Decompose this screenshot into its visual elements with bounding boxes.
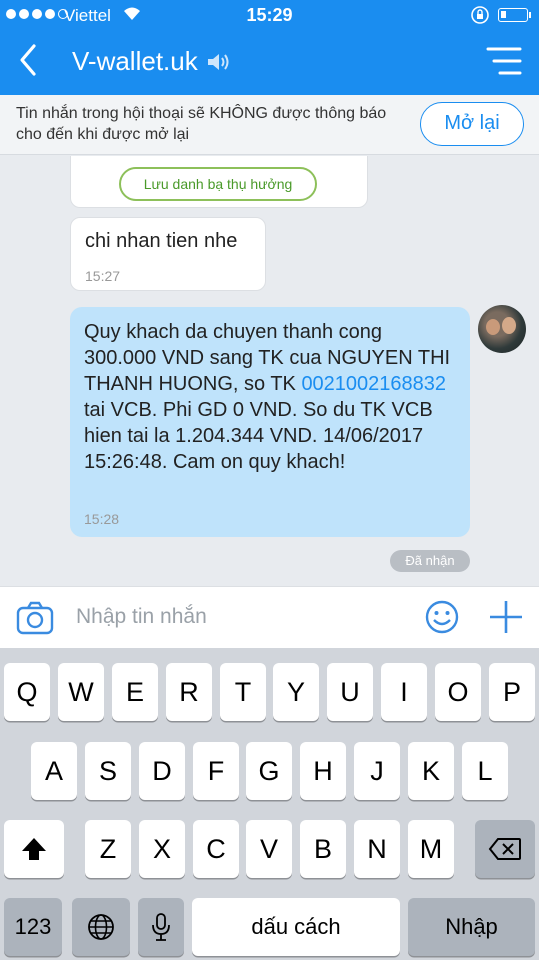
muted-speaker-icon — [206, 52, 232, 77]
chevron-left-icon — [20, 44, 36, 76]
key[interactable]: B — [300, 820, 346, 878]
top-bar: Viettel 15:29 V-wallet.uk — [0, 0, 539, 95]
chat-area[interactable]: Lưu danh bạ thụ hưởng chi nhan tien nhe … — [0, 156, 539, 586]
message-text: Quy khach da chuyen thanh cong 300.000 V… — [84, 321, 451, 473]
key[interactable]: Z — [85, 820, 131, 878]
dictation-key[interactable] — [138, 898, 184, 956]
key[interactable]: D — [139, 742, 185, 800]
key[interactable]: V — [246, 820, 292, 878]
key[interactable]: J — [354, 742, 400, 800]
numbers-key[interactable]: 123 — [4, 898, 62, 956]
shift-icon — [22, 838, 46, 860]
status-time: 15:29 — [246, 5, 293, 25]
key[interactable]: E — [112, 663, 158, 721]
menu-icon — [486, 47, 522, 75]
key[interactable]: F — [193, 742, 239, 800]
camera-button[interactable] — [16, 600, 54, 636]
key[interactable]: L — [462, 742, 508, 800]
space-key[interactable]: dấu cách — [192, 898, 400, 956]
microphone-icon — [152, 913, 170, 941]
emoji-button[interactable] — [424, 599, 460, 635]
beneficiary-card: Lưu danh bạ thụ hưởng — [70, 156, 368, 208]
key[interactable]: R — [166, 663, 212, 721]
key[interactable]: G — [246, 742, 292, 800]
smiley-icon — [425, 600, 459, 634]
key[interactable]: M — [408, 820, 454, 878]
camera-icon — [16, 601, 54, 635]
message-input-bar: Nhập tin nhắn — [0, 586, 539, 648]
key[interactable]: T — [220, 663, 266, 721]
battery-icon — [498, 8, 531, 22]
message-time: 15:28 — [84, 511, 120, 527]
backspace-icon — [488, 838, 521, 860]
save-beneficiary-button[interactable]: Lưu danh bạ thụ hưởng — [119, 167, 317, 201]
backspace-key[interactable] — [475, 820, 535, 878]
key[interactable]: C — [193, 820, 239, 878]
outgoing-message[interactable]: Quy khach da chuyen thanh cong 300.000 V… — [70, 307, 470, 537]
incoming-message[interactable]: chi nhan tien nhe 15:27 — [70, 217, 266, 291]
message-text: chi nhan tien nhe — [85, 230, 238, 252]
key[interactable]: Y — [273, 663, 319, 721]
conversation-title: V-wallet.uk — [72, 46, 198, 76]
key[interactable]: O — [435, 663, 481, 721]
globe-icon — [88, 914, 114, 940]
rotation-lock-icon — [470, 5, 490, 30]
message-time: 15:27 — [85, 268, 121, 284]
key[interactable]: Q — [4, 663, 50, 721]
plus-icon — [490, 601, 522, 633]
keyboard: Q W E R T Y U I O P A S D F G H J K L Z … — [0, 648, 539, 960]
shift-key[interactable] — [4, 820, 64, 878]
return-key[interactable]: Nhập — [408, 898, 535, 956]
key[interactable]: I — [381, 663, 427, 721]
key[interactable]: W — [58, 663, 104, 721]
key[interactable]: U — [327, 663, 373, 721]
menu-button[interactable] — [486, 46, 522, 76]
key[interactable]: A — [31, 742, 77, 800]
key[interactable]: K — [408, 742, 454, 800]
reopen-button[interactable]: Mở lại — [420, 102, 524, 146]
key[interactable]: X — [139, 820, 185, 878]
add-attachment-button[interactable] — [488, 599, 524, 635]
status-badge: Đã nhận — [390, 550, 470, 572]
account-number-link[interactable]: 0021002168832 — [301, 373, 446, 395]
key[interactable]: H — [300, 742, 346, 800]
status-bar: Viettel 15:29 — [0, 0, 539, 30]
notice-text: Tin nhắn trong hội thoại sẽ KHÔNG được t… — [16, 105, 387, 143]
avatar[interactable] — [478, 305, 526, 353]
key[interactable]: P — [489, 663, 535, 721]
key[interactable]: S — [85, 742, 131, 800]
message-input[interactable]: Nhập tin nhắn — [76, 605, 207, 629]
key[interactable]: N — [354, 820, 400, 878]
back-button[interactable] — [14, 42, 44, 78]
globe-key[interactable] — [72, 898, 130, 956]
